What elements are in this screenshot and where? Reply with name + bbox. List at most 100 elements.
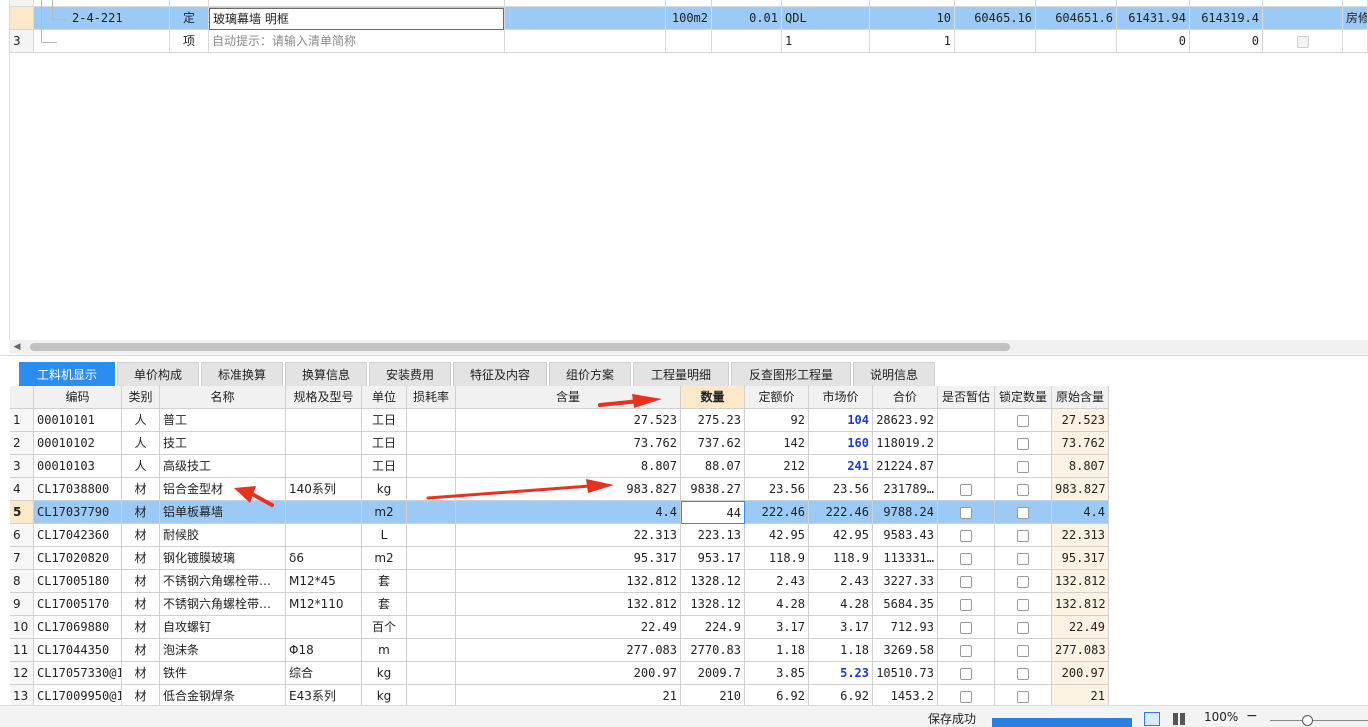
header-content[interactable]: 含量	[456, 386, 681, 409]
header-name[interactable]: 名称	[160, 386, 286, 409]
market-price[interactable]: 1.18	[809, 639, 873, 662]
lock-quantity-checkbox[interactable]	[1017, 552, 1029, 565]
content-amount[interactable]: 983.827	[456, 478, 681, 501]
resource-unit[interactable]: kg	[362, 662, 407, 685]
resource-category[interactable]: 材	[122, 616, 160, 639]
quantity[interactable]: 1328.12	[681, 570, 745, 593]
total-price[interactable]: 9583.43	[873, 524, 938, 547]
resource-unit[interactable]: 套	[362, 593, 407, 616]
tab-quantity-detail[interactable]: 工程量明细	[633, 362, 729, 386]
resource-spec[interactable]: 140系列	[286, 478, 362, 501]
resource-code[interactable]: CL17038800	[34, 478, 122, 501]
total-price[interactable]: 28623.92	[873, 409, 938, 432]
lock-qty-checkbox-cell[interactable]	[995, 593, 1052, 616]
resource-code[interactable]: CL17057330@1	[34, 662, 122, 685]
resource-spec[interactable]	[286, 409, 362, 432]
resource-name[interactable]: 自攻螺钉	[160, 616, 286, 639]
quota-price[interactable]: 118.9	[745, 547, 809, 570]
content-amount[interactable]: 4.4	[456, 501, 681, 524]
lock-quantity-checkbox[interactable]	[1017, 506, 1029, 519]
resource-name[interactable]: 耐候胶	[160, 524, 286, 547]
lock-qty-checkbox-cell[interactable]	[995, 662, 1052, 685]
lock-quantity-checkbox[interactable]	[1017, 437, 1029, 450]
lock-quantity-checkbox[interactable]	[1017, 690, 1029, 703]
lock-quantity-checkbox[interactable]	[1017, 529, 1029, 542]
resource-code[interactable]: CL17042360	[34, 524, 122, 547]
quota-price[interactable]: 92	[745, 409, 809, 432]
resource-category[interactable]: 材	[122, 639, 160, 662]
resource-category[interactable]: 人	[122, 432, 160, 455]
content-amount[interactable]: 132.812	[456, 570, 681, 593]
provisional-checkbox-cell[interactable]	[938, 409, 995, 432]
resource-name[interactable]: 不锈钢六角螺栓带…	[160, 593, 286, 616]
resource-name[interactable]: 高级技工	[160, 455, 286, 478]
total-price[interactable]: 21224.87	[873, 455, 938, 478]
resource-name[interactable]: 铝单板幕墙	[160, 501, 286, 524]
resource-name[interactable]: 不锈钢六角螺栓带…	[160, 570, 286, 593]
provisional-checkbox-cell[interactable]	[938, 662, 995, 685]
header-market-price[interactable]: 市场价	[809, 386, 873, 409]
total-price[interactable]: 712.93	[873, 616, 938, 639]
resource-category[interactable]: 材	[122, 478, 160, 501]
provisional-checkbox[interactable]	[960, 621, 972, 634]
quota-price[interactable]: 222.46	[745, 501, 809, 524]
quota-price[interactable]: 3.17	[745, 616, 809, 639]
content-amount[interactable]: 132.812	[456, 593, 681, 616]
resource-name[interactable]: 铁件	[160, 662, 286, 685]
lock-qty-checkbox-cell[interactable]	[995, 616, 1052, 639]
header-provisional[interactable]: 是否暂估	[938, 386, 995, 409]
market-price[interactable]: 2.43	[809, 570, 873, 593]
lock-quantity-checkbox[interactable]	[1017, 598, 1029, 611]
market-price[interactable]: 42.95	[809, 524, 873, 547]
market-price[interactable]: 104	[809, 409, 873, 432]
resource-unit[interactable]: 工日	[362, 409, 407, 432]
resource-unit[interactable]: 工日	[362, 455, 407, 478]
tab-installation-cost[interactable]: 安装费用	[369, 362, 451, 386]
resource-spec[interactable]	[286, 501, 362, 524]
resource-code[interactable]: CL17044350	[34, 639, 122, 662]
original-content[interactable]: 277.083	[1052, 639, 1109, 662]
tab-unit-price-composition[interactable]: 单价构成	[117, 362, 199, 386]
total-price[interactable]: 3227.33	[873, 570, 938, 593]
item-checkbox[interactable]	[1296, 35, 1309, 48]
lock-quantity-checkbox[interactable]	[1017, 460, 1029, 473]
tab-reverse-graphic-quantity[interactable]: 反查图形工程量	[731, 362, 851, 386]
total-price[interactable]: 9788.24	[873, 501, 938, 524]
horizontal-scrollbar[interactable]: ◀	[10, 340, 1368, 354]
resource-spec[interactable]	[286, 455, 362, 478]
provisional-checkbox[interactable]	[960, 575, 972, 588]
resource-name[interactable]: 技工	[160, 432, 286, 455]
resource-spec[interactable]: 综合	[286, 662, 362, 685]
original-content[interactable]: 4.4	[1052, 501, 1109, 524]
loss-rate[interactable]	[407, 639, 456, 662]
lock-quantity-checkbox[interactable]	[1017, 644, 1029, 657]
resource-unit[interactable]: m2	[362, 547, 407, 570]
table-row-selected[interactable]: 2-4-221 定 100m2 0.01 QDL 10 60465.16 604…	[0, 7, 1368, 30]
market-price[interactable]: 3.17	[809, 616, 873, 639]
original-content[interactable]: 983.827	[1052, 478, 1109, 501]
header-lock-quantity[interactable]: 锁定数量	[995, 386, 1052, 409]
resource-code[interactable]: CL17069880	[34, 616, 122, 639]
scrollbar-thumb[interactable]	[30, 343, 1010, 351]
total-price[interactable]: 10510.73	[873, 662, 938, 685]
lock-qty-checkbox-cell[interactable]	[995, 501, 1052, 524]
header-total[interactable]: 合价	[873, 386, 938, 409]
provisional-checkbox[interactable]	[960, 667, 972, 680]
resource-unit[interactable]: 百个	[362, 616, 407, 639]
provisional-checkbox[interactable]	[960, 690, 972, 703]
item-qty-expr[interactable]: 0.01	[712, 7, 782, 30]
item-name-input[interactable]: 玻璃幕墙 明框	[209, 8, 504, 30]
market-price[interactable]: 5.23	[809, 662, 873, 685]
scroll-left-icon[interactable]: ◀	[10, 340, 24, 354]
market-price[interactable]: 241	[809, 455, 873, 478]
provisional-checkbox[interactable]	[960, 483, 972, 496]
resource-category[interactable]: 材	[122, 570, 160, 593]
resource-unit[interactable]: m	[362, 639, 407, 662]
loss-rate[interactable]	[407, 432, 456, 455]
content-amount[interactable]: 22.49	[456, 616, 681, 639]
lock-qty-checkbox-cell[interactable]	[995, 570, 1052, 593]
quantity[interactable]: 275.23	[681, 409, 745, 432]
resource-code[interactable]: CL17037790	[34, 501, 122, 524]
resource-unit[interactable]: kg	[362, 478, 407, 501]
resource-unit[interactable]: m2	[362, 501, 407, 524]
